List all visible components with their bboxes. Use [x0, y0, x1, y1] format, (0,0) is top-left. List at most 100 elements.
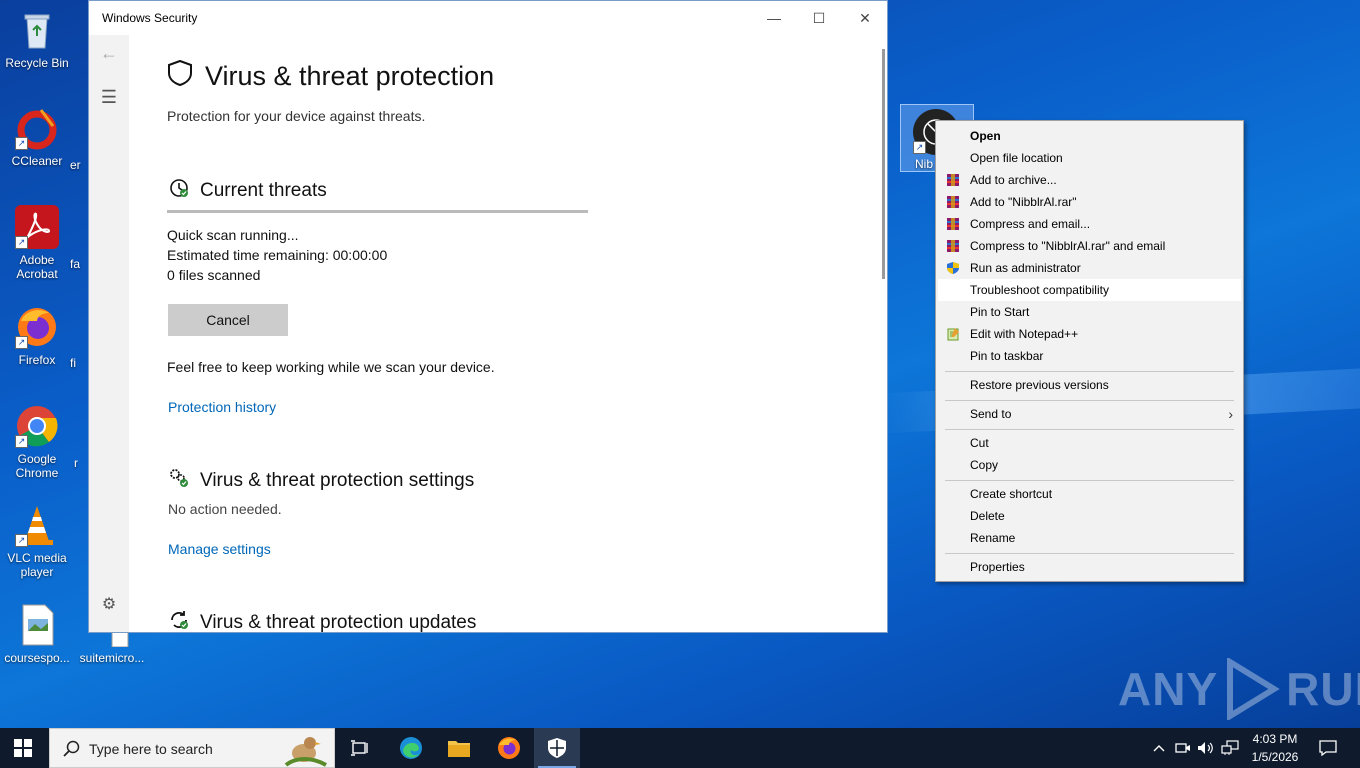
search-placeholder: Type here to search [89, 741, 213, 757]
hamburger-menu-icon[interactable]: ☰ [97, 85, 121, 109]
window-titlebar[interactable]: Windows Security — ☐ ✕ [89, 1, 887, 35]
menu-item-create-shortcut[interactable]: Create shortcut [938, 483, 1241, 505]
menu-item-properties[interactable]: Properties [938, 556, 1241, 578]
close-button[interactable]: ✕ [854, 7, 876, 29]
desktop-icon-coursespo[interactable]: coursespo... [0, 603, 74, 665]
search-icon [63, 740, 80, 757]
tray-clock-time[interactable]: 4:03 PM [1246, 732, 1304, 746]
tray-network-icon[interactable] [1219, 728, 1241, 768]
menu-item-cut[interactable]: Cut [938, 432, 1241, 454]
menu-item-troubleshoot-compatibility[interactable]: Troubleshoot compatibility [938, 279, 1241, 301]
taskbar-firefox-button[interactable] [486, 728, 532, 768]
settings-gear-icon[interactable]: ⚙ [97, 593, 121, 617]
shortcut-arrow-icon: ↗ [15, 236, 28, 249]
menu-item-delete[interactable]: Delete [938, 505, 1241, 527]
desktop-icon-google-chrome[interactable]: ↗ Google Chrome [0, 404, 74, 480]
manage-settings-link[interactable]: Manage settings [168, 541, 271, 557]
cancel-scan-button[interactable]: Cancel [168, 304, 288, 336]
menu-item-open[interactable]: Open [938, 125, 1241, 147]
taskbar-file-explorer-button[interactable] [436, 728, 482, 768]
scan-clock-icon [168, 177, 190, 205]
recycle-bin-icon [15, 8, 59, 52]
menu-item-send-to[interactable]: Send to › [938, 403, 1241, 425]
maximize-button[interactable]: ☐ [808, 7, 830, 29]
menu-item-compress-and-email[interactable]: Compress and email... [938, 213, 1241, 235]
update-refresh-icon [168, 609, 190, 632]
menu-item-restore-previous-versions[interactable]: Restore previous versions [938, 374, 1241, 396]
firefox-icon: ↗ [15, 305, 59, 349]
uac-shield-icon [947, 262, 959, 274]
notification-center-button[interactable] [1306, 728, 1350, 768]
desktop-icon-partial-label: er [70, 158, 81, 172]
scan-status-text: Quick scan running... [167, 227, 299, 243]
play-triangle-icon [1227, 658, 1280, 720]
winrar-icon [947, 196, 959, 208]
menu-item-add-to-rar[interactable]: Add to "NibblrAl.rar" [938, 191, 1241, 213]
menu-separator [945, 553, 1234, 554]
taskbar-edge-button[interactable] [388, 728, 434, 768]
task-view-button[interactable] [337, 728, 383, 768]
back-arrow-icon[interactable]: ← [97, 41, 121, 65]
desktop-icon-label: Nib [915, 157, 934, 171]
shield-icon [167, 59, 193, 94]
shortcut-arrow-icon: ↗ [15, 336, 28, 349]
scan-progress-fill [167, 210, 588, 213]
adobe-acrobat-icon: ↗ [15, 205, 59, 249]
menu-item-edit-with-notepadpp[interactable]: Edit with Notepad++ [938, 323, 1241, 345]
window-title: Windows Security [102, 11, 198, 25]
page-title: Virus & threat protection [167, 59, 494, 94]
task-view-icon [351, 740, 368, 756]
shortcut-arrow-icon: ↗ [15, 137, 28, 150]
settings-status-text: No action needed. [168, 501, 282, 517]
desktop-icon-partial-label: fi [70, 356, 76, 370]
page-subtitle: Protection for your device against threa… [167, 108, 426, 124]
desktop-icon-adobe-acrobat[interactable]: ↗ Adobe Acrobat [0, 205, 74, 281]
nav-sidebar: ← ☰ ⚙ [89, 35, 129, 632]
menu-item-compress-to-rar-and-email[interactable]: Compress to "NibblrAl.rar" and email [938, 235, 1241, 257]
folder-icon [448, 741, 470, 757]
file-context-menu: Open Open file location Add to archive..… [935, 120, 1244, 582]
menu-separator [945, 371, 1234, 372]
winrar-icon [947, 240, 959, 252]
windows-logo-icon [14, 739, 32, 757]
protection-settings-heading: Virus & threat protection settings [168, 467, 474, 495]
shortcut-arrow-icon: ↗ [913, 141, 926, 154]
protection-history-link[interactable]: Protection history [168, 399, 276, 415]
settings-gears-icon [168, 467, 190, 495]
menu-item-run-as-administrator[interactable]: Run as administrator [938, 257, 1241, 279]
taskbar: Type here to search 4:03 PM 1/5/2026 [0, 728, 1360, 768]
main-content: Virus & threat protection Protection for… [167, 35, 877, 632]
tray-meet-now-icon[interactable] [1172, 728, 1194, 768]
desktop-icon-firefox[interactable]: ↗ Firefox [0, 305, 74, 367]
desktop-icon-ccleaner[interactable]: ↗ CCleaner [0, 106, 74, 168]
time-remaining-row: Estimated time remaining: 00:00:00 [167, 247, 388, 263]
menu-separator [945, 480, 1234, 481]
start-button[interactable] [0, 728, 46, 768]
menu-item-pin-to-taskbar[interactable]: Pin to taskbar [938, 345, 1241, 367]
menu-separator [945, 400, 1234, 401]
desktop-icon-recycle-bin[interactable]: Recycle Bin [0, 8, 74, 70]
files-scanned-row: 0 files scanned [167, 267, 261, 283]
vlc-cone-icon: ↗ [15, 503, 59, 547]
firefox-icon [498, 737, 520, 759]
ccleaner-icon: ↗ [15, 106, 59, 150]
desktop-icon-vlc[interactable]: ↗ VLC media player [0, 503, 74, 579]
menu-item-add-to-archive[interactable]: Add to archive... [938, 169, 1241, 191]
tray-volume-icon[interactable] [1195, 728, 1217, 768]
menu-item-rename[interactable]: Rename [938, 527, 1241, 549]
notification-icon [1319, 740, 1337, 756]
tray-overflow-chevron-icon[interactable] [1147, 728, 1171, 768]
menu-separator [945, 429, 1234, 430]
tray-clock-date[interactable]: 1/5/2026 [1246, 750, 1304, 764]
taskbar-windows-security-button[interactable] [534, 728, 580, 768]
taskbar-search-box[interactable]: Type here to search [49, 728, 335, 768]
minimize-button[interactable]: — [763, 7, 785, 29]
notepadpp-icon [947, 328, 959, 341]
menu-item-pin-to-start[interactable]: Pin to Start [938, 301, 1241, 323]
menu-item-open-file-location[interactable]: Open file location [938, 147, 1241, 169]
menu-item-copy[interactable]: Copy [938, 454, 1241, 476]
scan-note-text: Feel free to keep working while we scan … [167, 359, 495, 375]
shortcut-arrow-icon: ↗ [15, 534, 28, 547]
desktop-icon-partial-label: fa [70, 257, 81, 271]
content-scrollbar[interactable] [882, 49, 885, 279]
